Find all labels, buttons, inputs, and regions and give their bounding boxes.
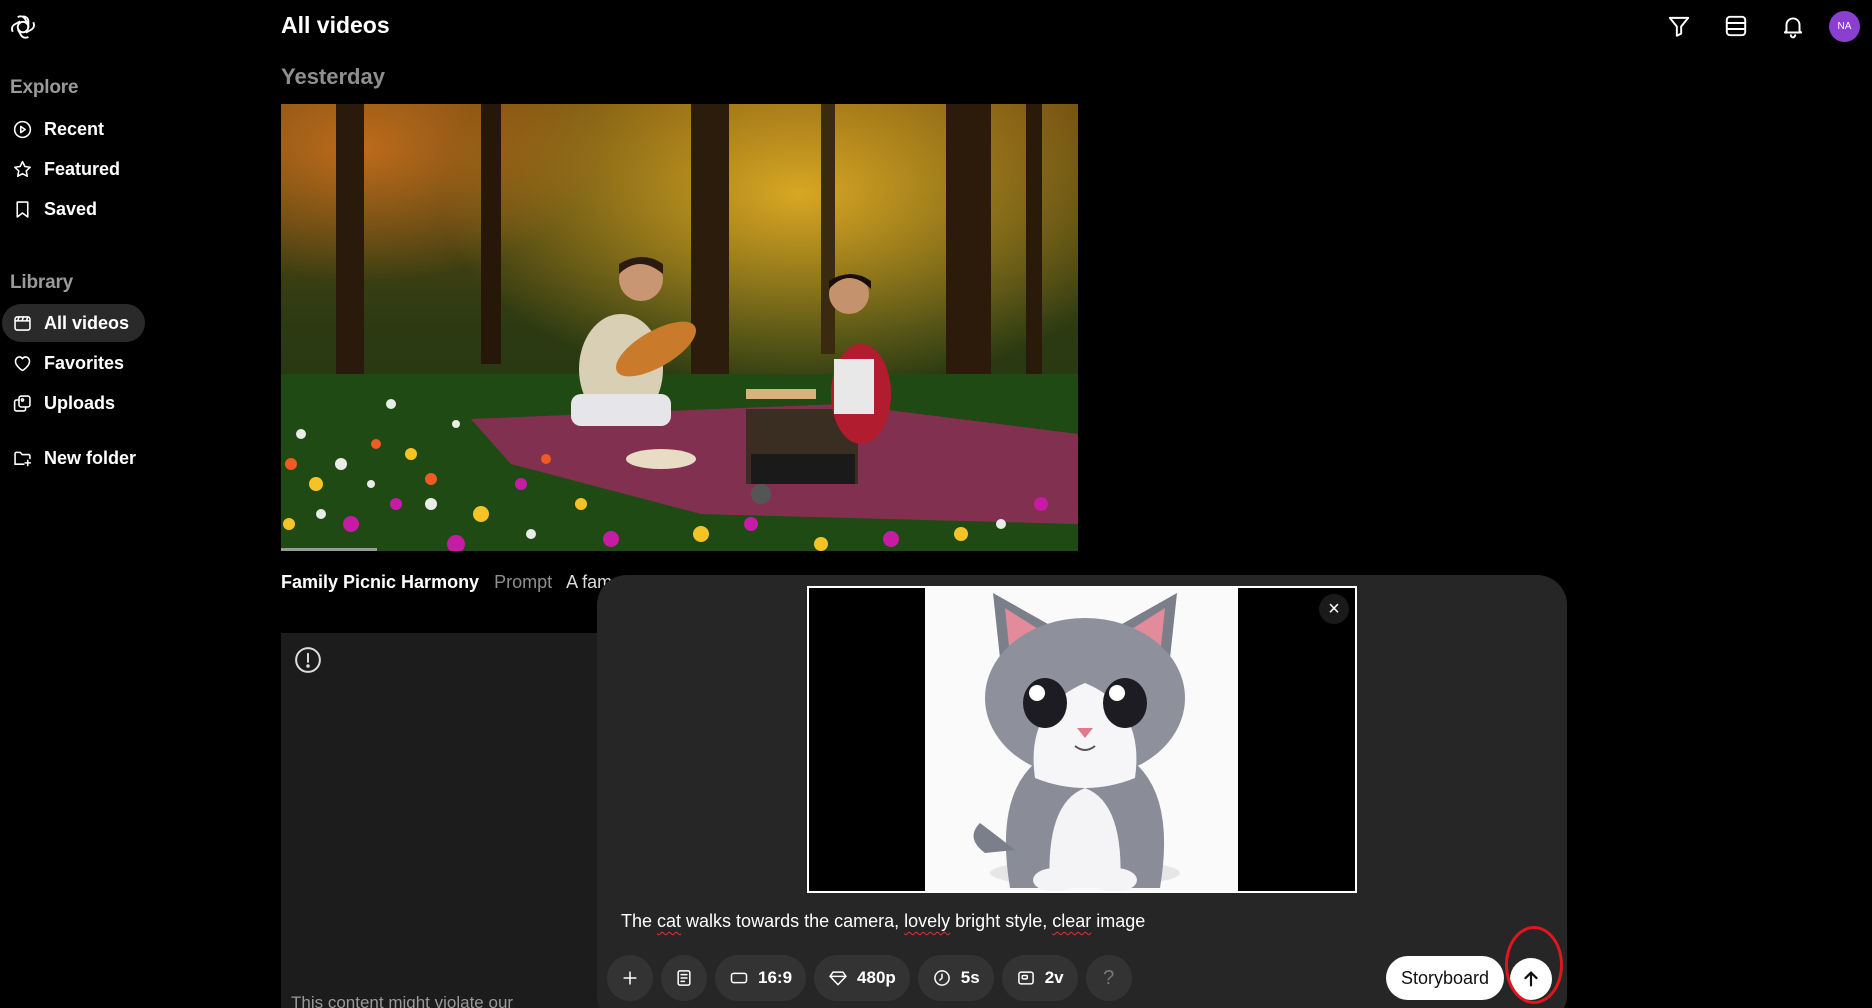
bookmark-icon <box>11 198 33 220</box>
video-caption[interactable]: Family Picnic Harmony Prompt A family <box>281 572 611 593</box>
sidebar-item-label: Featured <box>44 158 121 179</box>
storyboard-doc-button[interactable] <box>661 955 707 1001</box>
image-preview[interactable]: × <box>807 586 1357 893</box>
aspect-ratio-icon <box>730 972 748 984</box>
warning-circle-icon <box>295 647 321 673</box>
play-circle-icon <box>11 118 33 140</box>
error-text: This content might violate our <box>291 993 514 1008</box>
plus-icon <box>623 971 637 985</box>
filter-button[interactable] <box>1650 10 1707 42</box>
date-heading: Yesterday <box>281 64 385 89</box>
composer-panel: × The cat walks towards the camera, love… <box>597 575 1567 1008</box>
video-thumbnail[interactable] <box>281 104 1078 551</box>
video-title: Family Picnic Harmony <box>281 572 480 592</box>
submit-button[interactable] <box>1510 958 1552 1000</box>
sidebar-item-label: Favorites <box>44 352 125 373</box>
storyboard-button[interactable]: Storyboard <box>1386 956 1505 1000</box>
avatar[interactable]: NA <box>1829 10 1860 42</box>
explore-heading: Explore <box>10 77 79 98</box>
sidebar-item-all-videos[interactable]: All videos <box>2 304 146 342</box>
resolution-icon <box>829 971 847 986</box>
sidebar-item-label: Saved <box>44 198 98 219</box>
bell-icon <box>1783 17 1802 39</box>
openai-logo-icon[interactable] <box>8 12 38 42</box>
grid-view-icon <box>1725 15 1746 37</box>
library-heading: Library <box>10 272 74 293</box>
star-icon <box>11 158 33 180</box>
variations-button[interactable]: 2v <box>1001 955 1078 1001</box>
error-card[interactable]: This content might violate our <box>281 633 621 1008</box>
new-folder-label: New folder <box>44 447 137 468</box>
sidebar-item-label: Recent <box>44 118 105 139</box>
sidebar-item-uploads[interactable]: Uploads <box>2 384 131 422</box>
resolution-button[interactable]: 480p <box>814 955 910 1001</box>
sidebar-item-saved[interactable]: Saved <box>2 190 113 228</box>
video-progress-bar[interactable] <box>281 548 377 551</box>
new-folder-button[interactable]: New folder <box>2 439 152 477</box>
sidebar-item-label: All videos <box>44 312 130 333</box>
close-icon: × <box>1328 597 1340 620</box>
page-title: All videos <box>281 12 390 38</box>
duration-clock-icon <box>933 970 950 986</box>
sidebar-item-favorites[interactable]: Favorites <box>2 344 140 382</box>
arrow-up-icon <box>1524 971 1538 987</box>
view-toggle-button[interactable] <box>1707 10 1764 42</box>
sidebar-item-recent[interactable]: Recent <box>2 110 120 148</box>
variations-icon <box>1017 971 1034 985</box>
remove-image-button[interactable]: × <box>1319 594 1349 624</box>
aspect-ratio-button[interactable]: 16:9 <box>715 955 807 1001</box>
heart-icon <box>11 352 33 374</box>
storyboard-doc-icon <box>677 970 691 986</box>
uploads-icon <box>11 392 33 414</box>
notifications-button[interactable] <box>1764 10 1821 42</box>
filter-icon <box>1668 16 1689 37</box>
prompt-input[interactable]: The cat walks towards the camera, lovely… <box>621 911 1521 932</box>
duration-button[interactable]: 5s <box>917 955 994 1001</box>
add-media-button[interactable] <box>607 955 653 1001</box>
help-icon: ? <box>1103 966 1115 989</box>
help-button[interactable]: ? <box>1085 955 1132 1001</box>
folder-plus-icon <box>11 447 33 469</box>
prompt-label: Prompt <box>494 572 553 592</box>
sidebar-item-label: Uploads <box>44 392 116 413</box>
cat-cartoon-image <box>925 588 1238 891</box>
sidebar-item-featured[interactable]: Featured <box>2 150 136 188</box>
video-library-icon <box>11 312 33 334</box>
